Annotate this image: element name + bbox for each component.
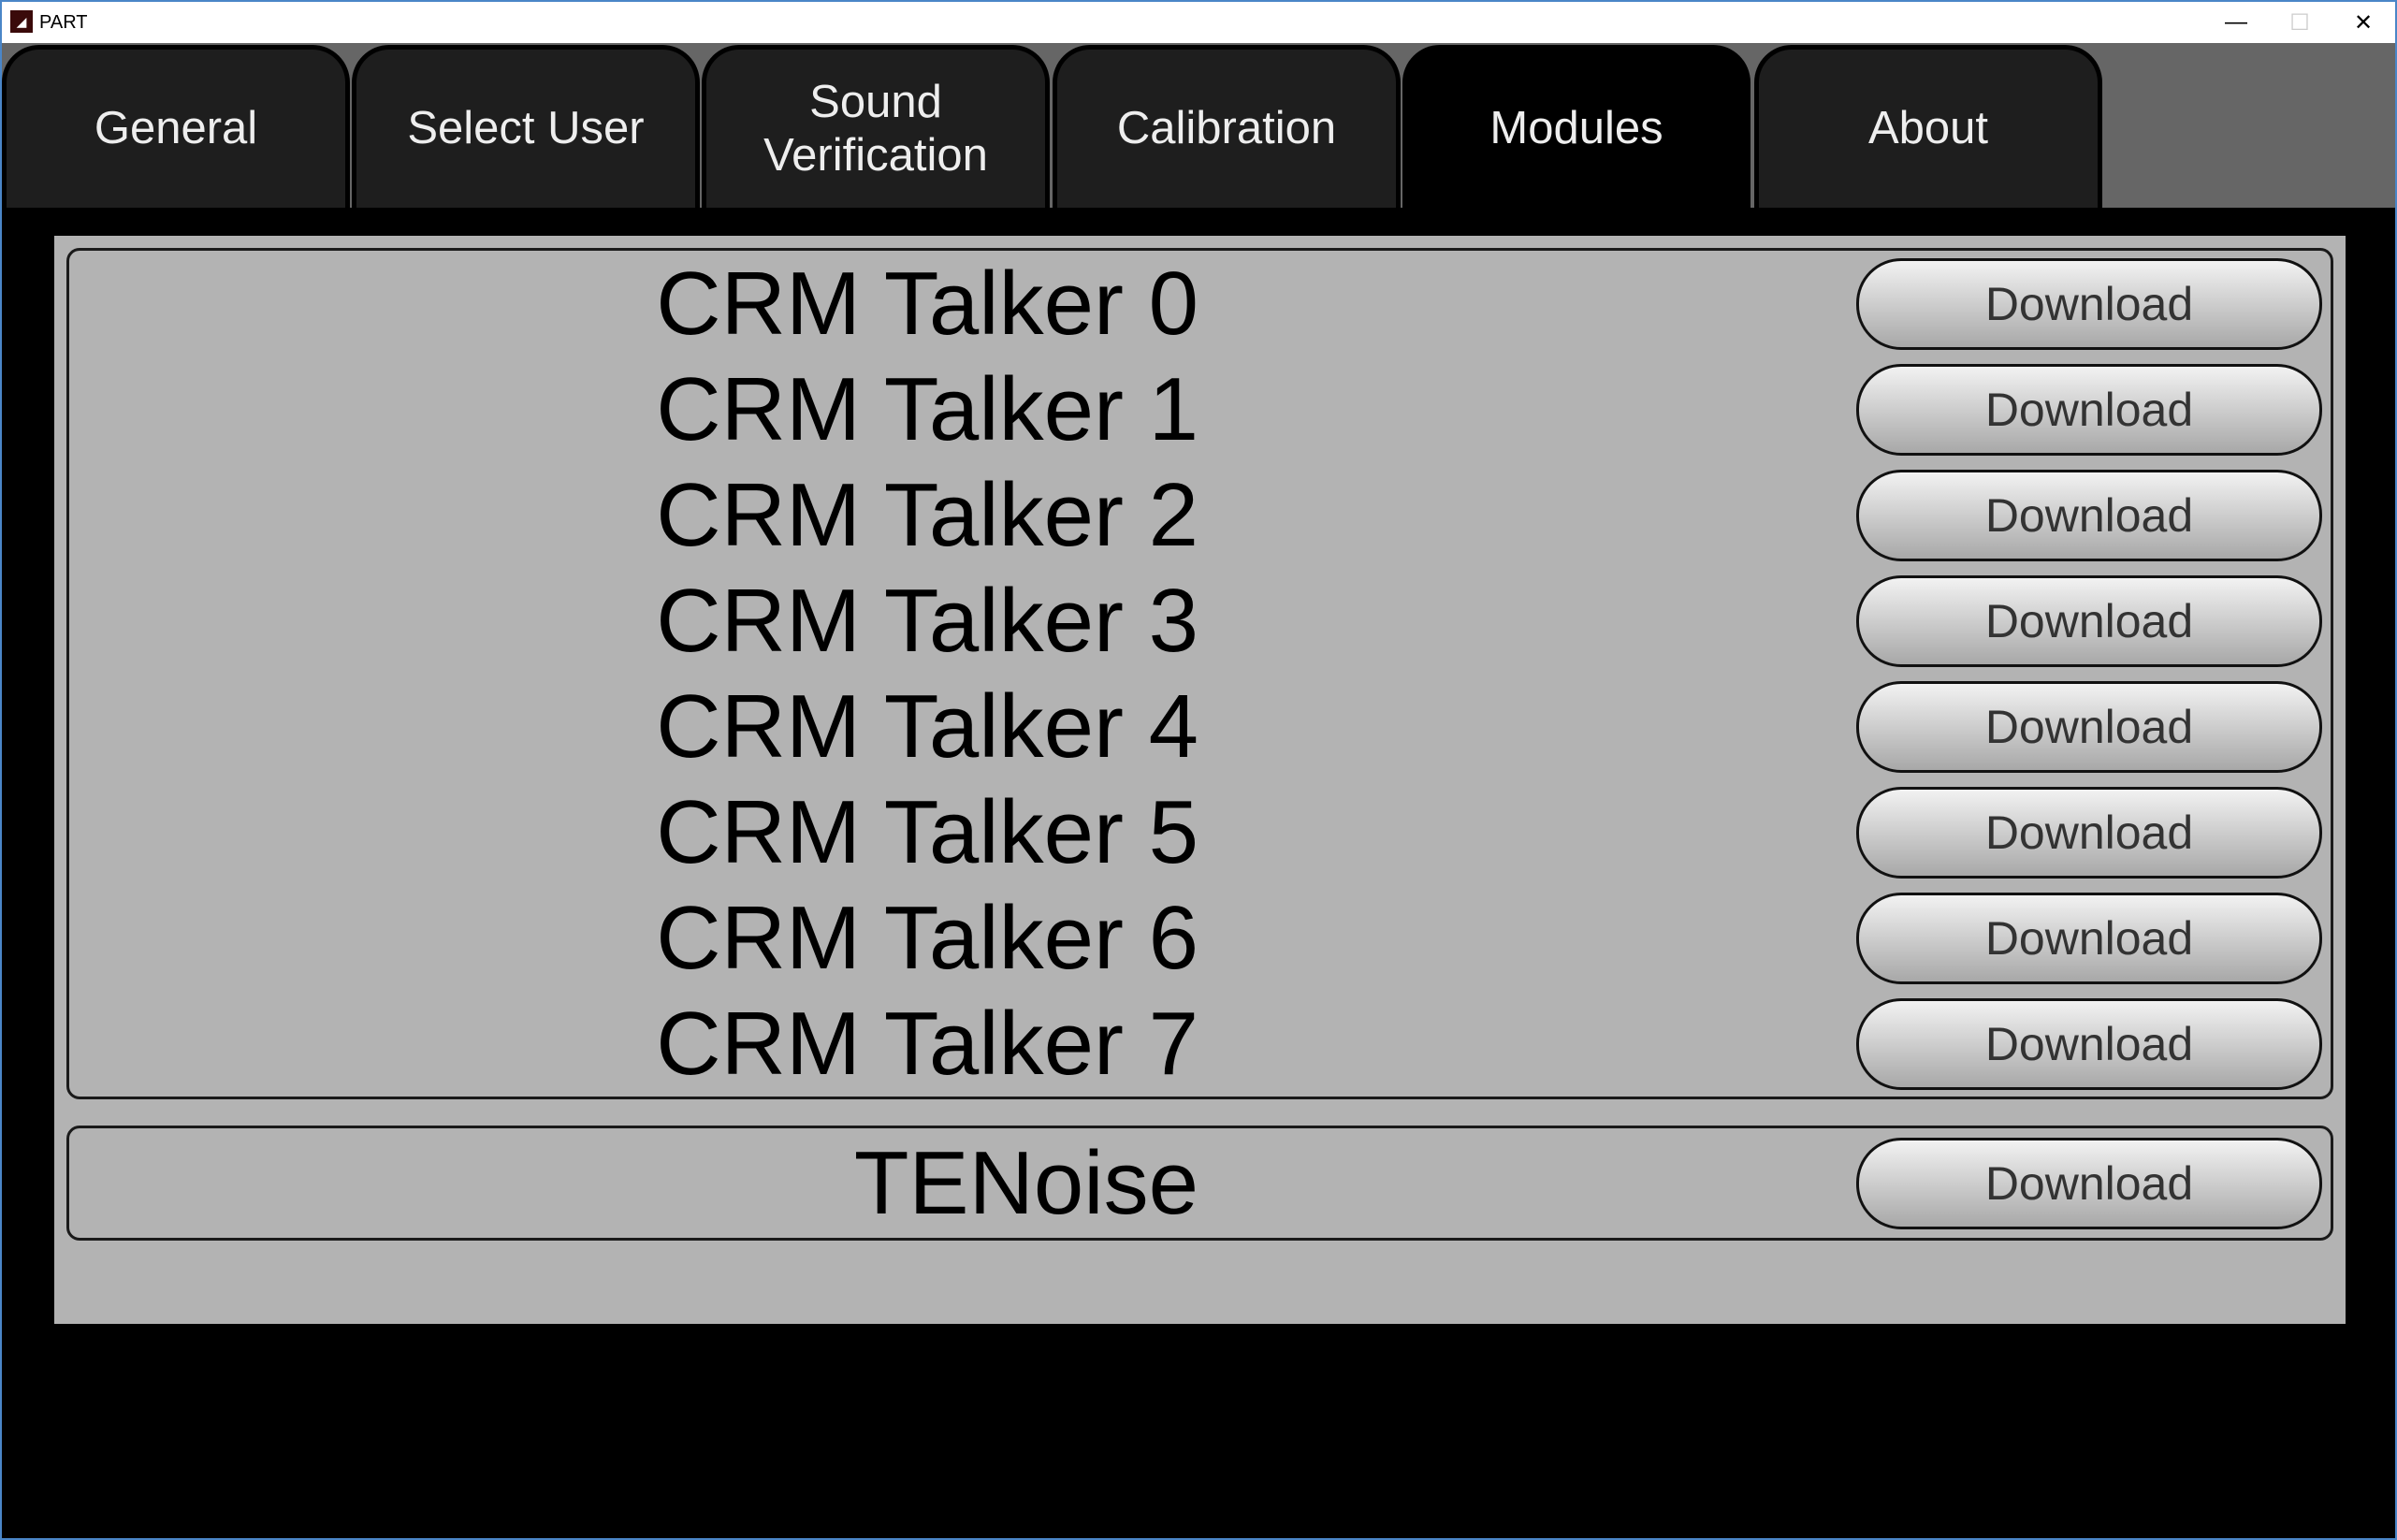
module-row-crm-talker-0: CRM Talker 0 Download: [69, 251, 2331, 356]
module-name: CRM Talker 3: [656, 570, 1198, 671]
tab-bar: General Select User Sound Verification C…: [2, 43, 2395, 208]
download-button[interactable]: Download: [1856, 1137, 2322, 1229]
module-name: CRM Talker 1: [656, 358, 1198, 459]
download-button[interactable]: Download: [1856, 892, 2322, 984]
module-name: CRM Talker 5: [656, 781, 1198, 882]
module-row-crm-talker-4: CRM Talker 4 Download: [69, 674, 2331, 779]
download-button[interactable]: Download: [1856, 469, 2322, 561]
modules-panel: CRM Talker 0 Download CRM Talker 1 Download…: [54, 236, 2346, 1324]
title-bar: ◢ PART — ☐ ✕: [2, 2, 2395, 43]
tab-general[interactable]: General: [2, 45, 350, 208]
download-button[interactable]: Download: [1856, 574, 2322, 667]
module-row-crm-talker-2: CRM Talker 2 Download: [69, 462, 2331, 568]
module-name: CRM Talker 4: [656, 676, 1198, 777]
module-row-crm-talker-6: CRM Talker 6 Download: [69, 885, 2331, 991]
module-row-crm-talker-7: CRM Talker 7 Download: [69, 991, 2331, 1097]
module-row-crm-talker-1: CRM Talker 1 Download: [69, 356, 2331, 462]
tab-select-user[interactable]: Select User: [352, 45, 700, 208]
tab-modules[interactable]: Modules: [1402, 45, 1751, 208]
download-button[interactable]: Download: [1856, 363, 2322, 456]
module-row-crm-talker-5: CRM Talker 5 Download: [69, 779, 2331, 885]
module-name: CRM Talker 6: [656, 887, 1198, 988]
app-icon: ◢: [10, 10, 33, 33]
crm-talkers-group: CRM Talker 0 Download CRM Talker 1 Download…: [66, 248, 2333, 1099]
module-row-tenoise: TENoise Download: [69, 1130, 2331, 1236]
module-name: CRM Talker 2: [656, 464, 1198, 565]
download-button[interactable]: Download: [1856, 786, 2322, 879]
minimize-button[interactable]: —: [2204, 2, 2268, 43]
module-name: CRM Talker 0: [656, 253, 1198, 354]
tab-about[interactable]: About: [1754, 45, 2102, 208]
download-button[interactable]: Download: [1856, 680, 2322, 773]
download-button[interactable]: Download: [1856, 997, 2322, 1090]
module-name: CRM Talker 7: [656, 993, 1198, 1094]
module-name: TENoise: [853, 1132, 1198, 1233]
tab-sound-verification[interactable]: Sound Verification: [702, 45, 1050, 208]
window-title: PART: [39, 12, 88, 33]
tab-calibration[interactable]: Calibration: [1053, 45, 1401, 208]
tenoise-group: TENoise Download: [66, 1126, 2333, 1241]
maximize-button[interactable]: ☐: [2268, 2, 2332, 43]
close-button[interactable]: ✕: [2332, 2, 2395, 43]
module-row-crm-talker-3: CRM Talker 3 Download: [69, 568, 2331, 674]
download-button[interactable]: Download: [1856, 257, 2322, 350]
